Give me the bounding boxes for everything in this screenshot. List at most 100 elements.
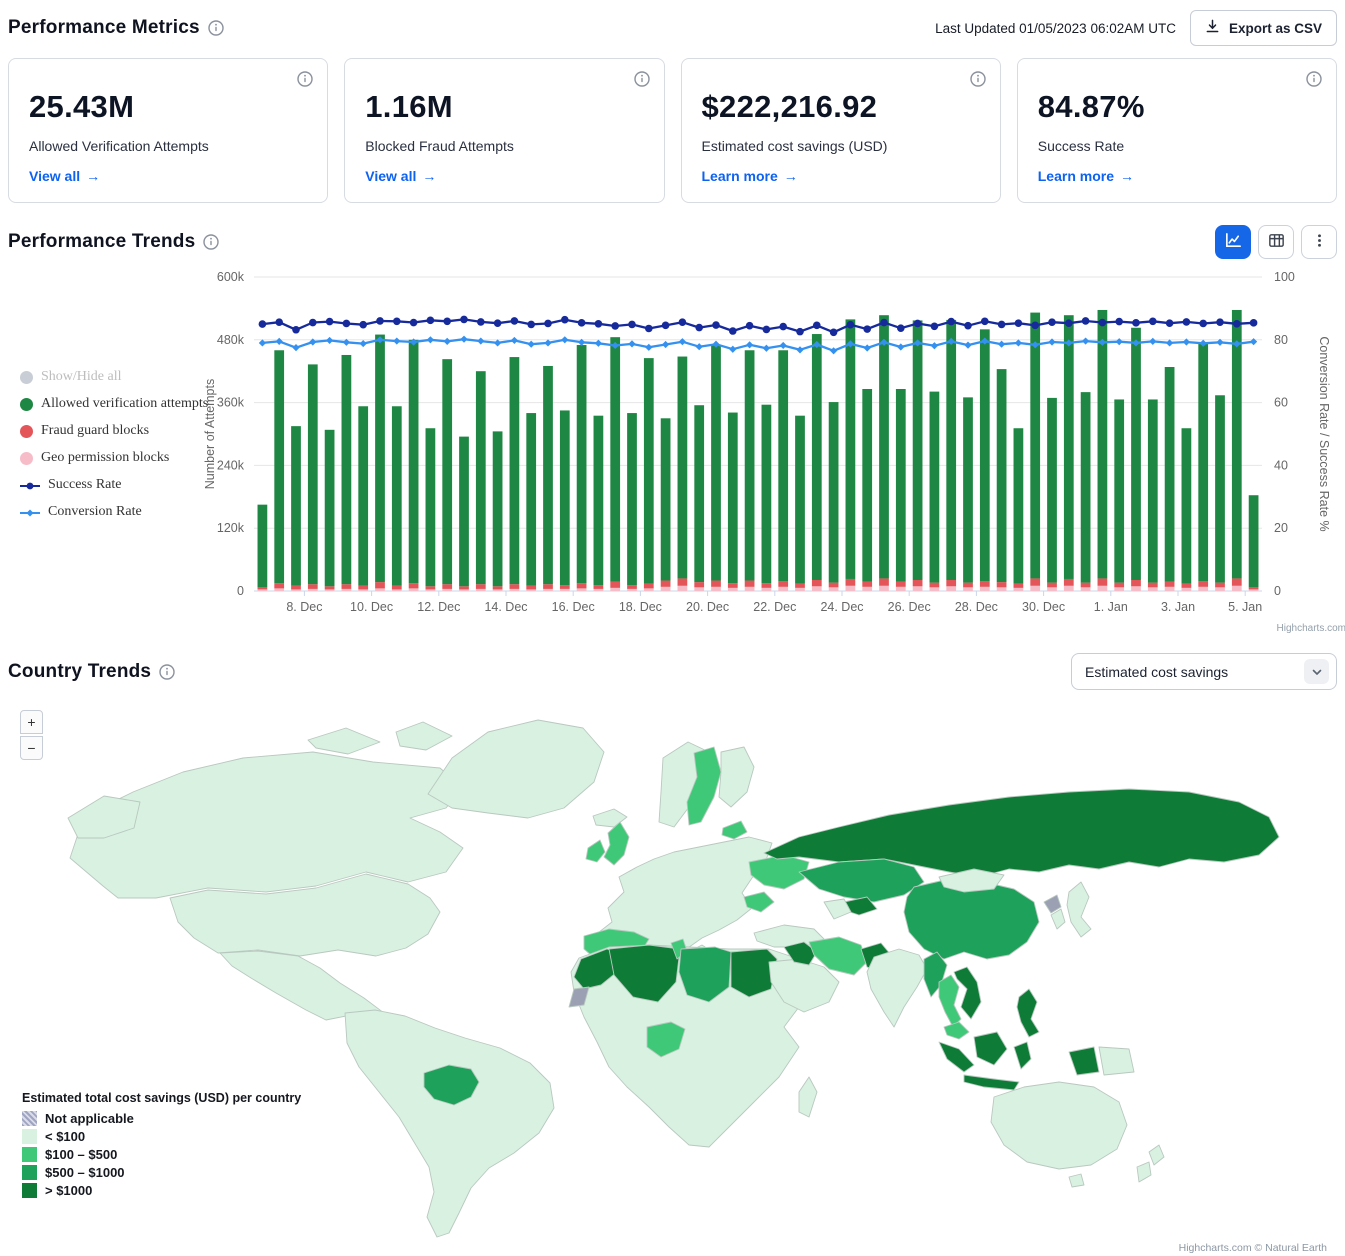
success-rate-marker[interactable] bbox=[712, 321, 720, 329]
success-rate-marker[interactable] bbox=[1250, 319, 1258, 327]
success-rate-marker[interactable] bbox=[511, 317, 519, 325]
bar-geo[interactable] bbox=[577, 588, 587, 591]
success-rate-marker[interactable] bbox=[611, 322, 619, 330]
bar-fraud[interactable] bbox=[879, 578, 889, 585]
bar-geo[interactable] bbox=[560, 589, 570, 591]
conversion-rate-marker[interactable] bbox=[360, 340, 367, 347]
country-sumatra[interactable] bbox=[939, 1042, 974, 1072]
success-rate-marker[interactable] bbox=[1183, 318, 1191, 326]
conversion-rate-marker[interactable] bbox=[729, 346, 736, 353]
bar-fraud[interactable] bbox=[862, 582, 872, 587]
country-south-america[interactable] bbox=[345, 1010, 554, 1237]
bar-fraud[interactable] bbox=[913, 580, 923, 586]
bar-geo[interactable] bbox=[375, 588, 385, 591]
conversion-rate-marker[interactable] bbox=[628, 340, 635, 347]
success-rate-marker[interactable] bbox=[376, 317, 384, 325]
success-rate-marker[interactable] bbox=[427, 317, 435, 325]
bar-fraud[interactable] bbox=[963, 583, 973, 588]
bar-geo[interactable] bbox=[1064, 586, 1074, 591]
conversion-rate-marker[interactable] bbox=[796, 346, 803, 353]
success-rate-marker[interactable] bbox=[1031, 322, 1039, 330]
legend-item-allowed[interactable]: Allowed verification attempts bbox=[20, 396, 208, 412]
conversion-rate-marker[interactable] bbox=[1015, 339, 1022, 346]
bar-fraud[interactable] bbox=[627, 585, 637, 589]
bar-geo[interactable] bbox=[627, 589, 637, 591]
bar-fraud[interactable] bbox=[1081, 583, 1091, 588]
bar-allowed[interactable] bbox=[980, 329, 990, 581]
bar-geo[interactable] bbox=[1148, 587, 1158, 591]
bar-fraud[interactable] bbox=[1198, 581, 1208, 587]
bar-geo[interactable] bbox=[694, 587, 704, 591]
success-rate-marker[interactable] bbox=[477, 318, 485, 326]
success-rate-marker[interactable] bbox=[779, 323, 787, 331]
bar-geo[interactable] bbox=[963, 587, 973, 591]
bar-allowed[interactable] bbox=[560, 410, 570, 585]
conversion-rate-marker[interactable] bbox=[1116, 338, 1123, 345]
bar-geo[interactable] bbox=[1182, 588, 1192, 591]
bar-allowed[interactable] bbox=[946, 320, 956, 580]
bar-geo[interactable] bbox=[442, 589, 452, 591]
country-sulawesi[interactable] bbox=[1014, 1042, 1031, 1069]
conversion-rate-marker[interactable] bbox=[259, 339, 266, 346]
bar-allowed[interactable] bbox=[812, 334, 822, 580]
success-rate-marker[interactable] bbox=[1149, 317, 1157, 325]
bar-allowed[interactable] bbox=[1198, 344, 1208, 581]
success-rate-marker[interactable] bbox=[1199, 320, 1207, 328]
bar-geo[interactable] bbox=[274, 588, 284, 591]
conversion-rate-marker[interactable] bbox=[931, 342, 938, 349]
conversion-rate-marker[interactable] bbox=[460, 336, 467, 343]
bar-allowed[interactable] bbox=[644, 358, 654, 584]
success-rate-marker[interactable] bbox=[830, 328, 838, 336]
bar-geo[interactable] bbox=[1081, 587, 1091, 591]
bar-allowed[interactable] bbox=[930, 392, 940, 583]
conversion-rate-marker[interactable] bbox=[1166, 339, 1173, 346]
zoom-out-button[interactable]: − bbox=[20, 736, 43, 760]
metric-dropdown[interactable]: Estimated cost savings bbox=[1071, 653, 1337, 690]
bar-fraud[interactable] bbox=[1098, 578, 1108, 585]
success-rate-marker[interactable] bbox=[494, 319, 502, 327]
conversion-rate-marker[interactable] bbox=[830, 347, 837, 354]
bar-geo[interactable] bbox=[778, 587, 788, 591]
country-thailand[interactable] bbox=[939, 975, 961, 1027]
view-all-link[interactable]: View all→ bbox=[365, 168, 436, 184]
zoom-in-button[interactable]: + bbox=[20, 710, 43, 734]
success-rate-marker[interactable] bbox=[1065, 319, 1073, 327]
bar-allowed[interactable] bbox=[375, 335, 385, 583]
success-rate-marker[interactable] bbox=[729, 327, 737, 335]
bar-fraud[interactable] bbox=[1182, 584, 1192, 588]
country-arctic-islands[interactable] bbox=[308, 722, 452, 754]
bar-fraud[interactable] bbox=[745, 581, 755, 587]
conversion-rate-marker[interactable] bbox=[897, 343, 904, 350]
bar-fraud[interactable] bbox=[1249, 587, 1259, 589]
country-borneo[interactable] bbox=[974, 1032, 1007, 1065]
success-rate-marker[interactable] bbox=[897, 324, 905, 332]
bar-fraud[interactable] bbox=[795, 584, 805, 588]
bar-allowed[interactable] bbox=[1249, 495, 1259, 587]
bar-fraud[interactable] bbox=[728, 583, 738, 588]
bar-geo[interactable] bbox=[594, 589, 604, 591]
info-icon[interactable] bbox=[159, 664, 175, 680]
bar-geo[interactable] bbox=[1131, 586, 1141, 591]
bar-geo[interactable] bbox=[745, 587, 755, 591]
bar-allowed[interactable] bbox=[274, 350, 284, 583]
bar-fraud[interactable] bbox=[543, 584, 553, 589]
conversion-rate-marker[interactable] bbox=[494, 339, 501, 346]
bar-fraud[interactable] bbox=[375, 582, 385, 588]
conversion-rate-marker[interactable] bbox=[645, 344, 652, 351]
success-rate-marker[interactable] bbox=[309, 319, 317, 327]
bar-geo[interactable] bbox=[610, 588, 620, 591]
success-rate-marker[interactable] bbox=[443, 317, 451, 325]
conversion-rate-marker[interactable] bbox=[477, 337, 484, 344]
success-rate-marker[interactable] bbox=[796, 328, 804, 336]
success-rate-marker[interactable] bbox=[695, 324, 703, 332]
success-rate-marker[interactable] bbox=[1115, 318, 1123, 326]
learn-more-link[interactable]: Learn more→ bbox=[702, 168, 798, 184]
bar-geo[interactable] bbox=[644, 588, 654, 591]
bar-geo[interactable] bbox=[258, 589, 268, 591]
bar-allowed[interactable] bbox=[1215, 395, 1225, 582]
bar-fraud[interactable] bbox=[829, 583, 839, 588]
success-rate-marker[interactable] bbox=[998, 321, 1006, 329]
conversion-rate-marker[interactable] bbox=[292, 344, 299, 351]
bar-allowed[interactable] bbox=[493, 431, 503, 586]
bar-fraud[interactable] bbox=[442, 584, 452, 589]
